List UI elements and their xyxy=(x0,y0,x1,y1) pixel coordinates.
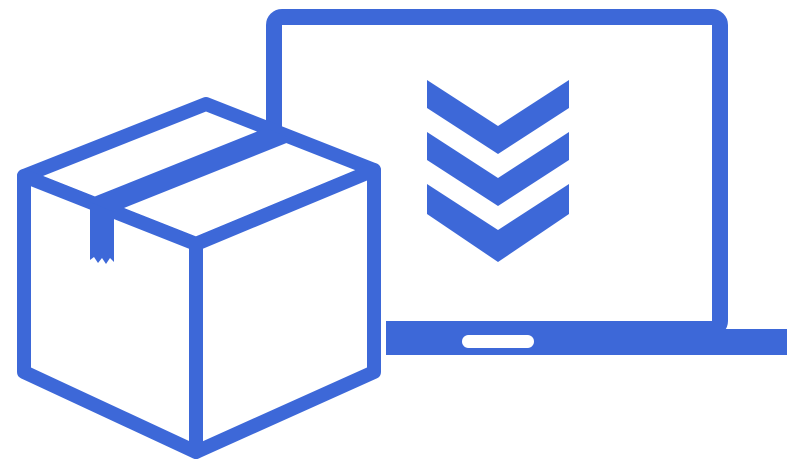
tape-tail xyxy=(90,202,114,264)
laptop-trackpad xyxy=(462,335,534,348)
laptop-base xyxy=(360,329,787,355)
package-box-icon xyxy=(12,97,386,459)
illustration-canvas xyxy=(0,0,787,460)
download-package-illustration xyxy=(12,9,787,459)
